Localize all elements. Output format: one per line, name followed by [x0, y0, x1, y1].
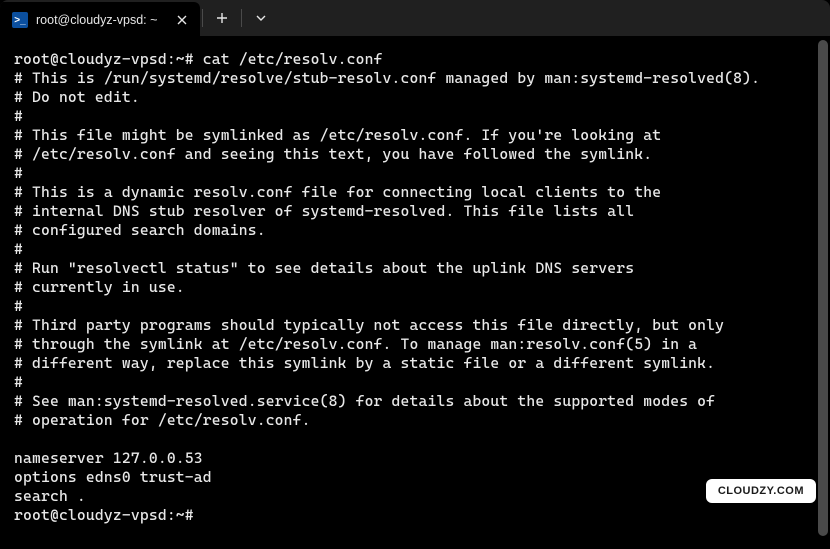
output-line: # different way, replace this symlink by…: [14, 354, 715, 372]
output-line: # internal DNS stub resolver of systemd-…: [14, 202, 634, 220]
output-line: # See man:systemd-resolved.service(8) fo…: [14, 392, 715, 410]
output-line: #: [14, 107, 23, 125]
scrollbar-thumb[interactable]: [818, 40, 828, 536]
output-line: # This is /run/systemd/resolve/stub-reso…: [14, 69, 760, 87]
output-line: #: [14, 297, 23, 315]
output-line: # operation for /etc/resolv.conf.: [14, 411, 311, 429]
tab-close-button[interactable]: [174, 12, 190, 28]
new-tab-button[interactable]: [205, 0, 239, 36]
output-line: # currently in use.: [14, 278, 185, 296]
terminal-window: >_ root@cloudyz-vpsd: ~ root@cloudyz-vps…: [0, 0, 830, 549]
watermark-badge: CLOUDZY.COM: [706, 479, 816, 503]
tab-title: root@cloudyz-vpsd: ~: [36, 13, 166, 27]
output-line: nameserver 127.0.0.53: [14, 449, 203, 467]
output-line: # This file might be symlinked as /etc/r…: [14, 126, 661, 144]
output-line: #: [14, 164, 23, 182]
output-line: # Do not edit.: [14, 88, 140, 106]
output-line: #: [14, 240, 23, 258]
output-line: # This is a dynamic resolv.conf file for…: [14, 183, 661, 201]
output-line: # /etc/resolv.conf and seeing this text,…: [14, 145, 652, 163]
output-line: options edns0 trust-ad: [14, 468, 212, 486]
prompt: root@cloudyz-vpsd:~#: [14, 50, 194, 68]
output-line: search .: [14, 487, 86, 505]
output-line: # through the symlink at /etc/resolv.con…: [14, 335, 697, 353]
powershell-icon: >_: [12, 12, 28, 28]
output-line: #: [14, 373, 23, 391]
tab-divider: [202, 9, 203, 27]
tab-active[interactable]: >_ root@cloudyz-vpsd: ~: [0, 2, 200, 38]
tab-divider: [241, 9, 242, 27]
titlebar: >_ root@cloudyz-vpsd: ~: [0, 0, 830, 36]
command-text: cat /etc/resolv.conf: [203, 50, 383, 68]
prompt: root@cloudyz-vpsd:~#: [14, 506, 194, 524]
output-line: # Run "resolvectl status" to see details…: [14, 259, 634, 277]
output-line: # Third party programs should typically …: [14, 316, 724, 334]
output-line: # configured search domains.: [14, 221, 266, 239]
tab-dropdown-button[interactable]: [244, 0, 278, 36]
terminal-viewport[interactable]: root@cloudyz-vpsd:~# cat /etc/resolv.con…: [0, 36, 830, 549]
